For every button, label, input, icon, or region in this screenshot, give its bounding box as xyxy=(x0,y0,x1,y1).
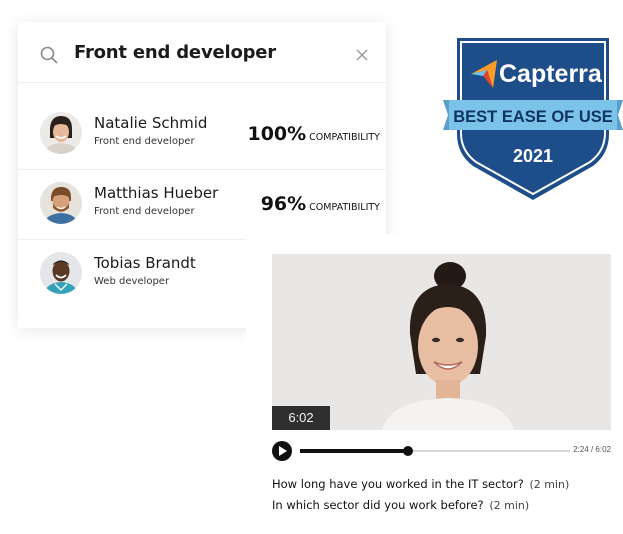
question-duration: (2 min) xyxy=(529,478,570,491)
progress-bar[interactable] xyxy=(300,446,570,456)
question-item: How long have you worked in the IT secto… xyxy=(272,477,569,491)
compatibility-percent: 100% xyxy=(247,123,307,145)
compatibility-label: COMPATIBILITY xyxy=(309,132,380,143)
player-controls: 2:24 / 6:02 xyxy=(272,440,611,462)
video-interview-card: 6:02 2:24 / 6:02 How long have you worke… xyxy=(246,234,623,534)
question-item: In which sector did you work before? (2 … xyxy=(272,498,529,512)
candidate-role: Front end developer xyxy=(94,136,195,147)
avatar xyxy=(40,252,82,294)
candidate-role: Front end developer xyxy=(94,206,195,217)
candidate-role: Web developer xyxy=(94,276,170,287)
avatar xyxy=(40,182,82,224)
capterra-award-badge: Capterra BEST EASE OF USE 2021 xyxy=(443,38,623,200)
compatibility-label: COMPATIBILITY xyxy=(309,202,380,213)
badge-year: 2021 xyxy=(513,146,553,166)
badge-award: BEST EASE OF USE xyxy=(453,108,613,126)
video-player[interactable]: 6:02 xyxy=(272,254,611,430)
avatar xyxy=(40,112,82,154)
compatibility-score: 100% COMPATIBILITY xyxy=(247,123,380,145)
candidate-name: Natalie Schmid xyxy=(94,114,208,132)
video-thumbnail xyxy=(272,254,611,430)
question-duration: (2 min) xyxy=(489,499,530,512)
duration-badge: 6:02 xyxy=(272,406,330,430)
search-bar[interactable]: Front end developer xyxy=(18,22,386,83)
search-icon xyxy=(40,46,58,64)
progress-thumb[interactable] xyxy=(403,446,413,456)
compatibility-percent: 96% xyxy=(260,193,307,215)
play-icon[interactable] xyxy=(272,441,292,461)
candidate-name: Tobias Brandt xyxy=(94,254,196,272)
candidate-row[interactable]: Matthias Hueber Front end developer 96% C… xyxy=(18,169,386,240)
candidate-name: Matthias Hueber xyxy=(94,184,219,202)
question-text: In which sector did you work before? xyxy=(272,498,484,512)
time-readout: 2:24 / 6:02 xyxy=(573,445,611,454)
close-icon[interactable] xyxy=(355,48,369,62)
compatibility-score: 96% COMPATIBILITY xyxy=(261,193,380,215)
progress-fill xyxy=(300,449,408,453)
badge-brand: Capterra xyxy=(499,60,603,88)
search-input[interactable]: Front end developer xyxy=(74,42,276,63)
candidate-row[interactable]: Natalie Schmid Front end developer 100% C… xyxy=(18,99,386,170)
question-text: How long have you worked in the IT secto… xyxy=(272,477,524,491)
